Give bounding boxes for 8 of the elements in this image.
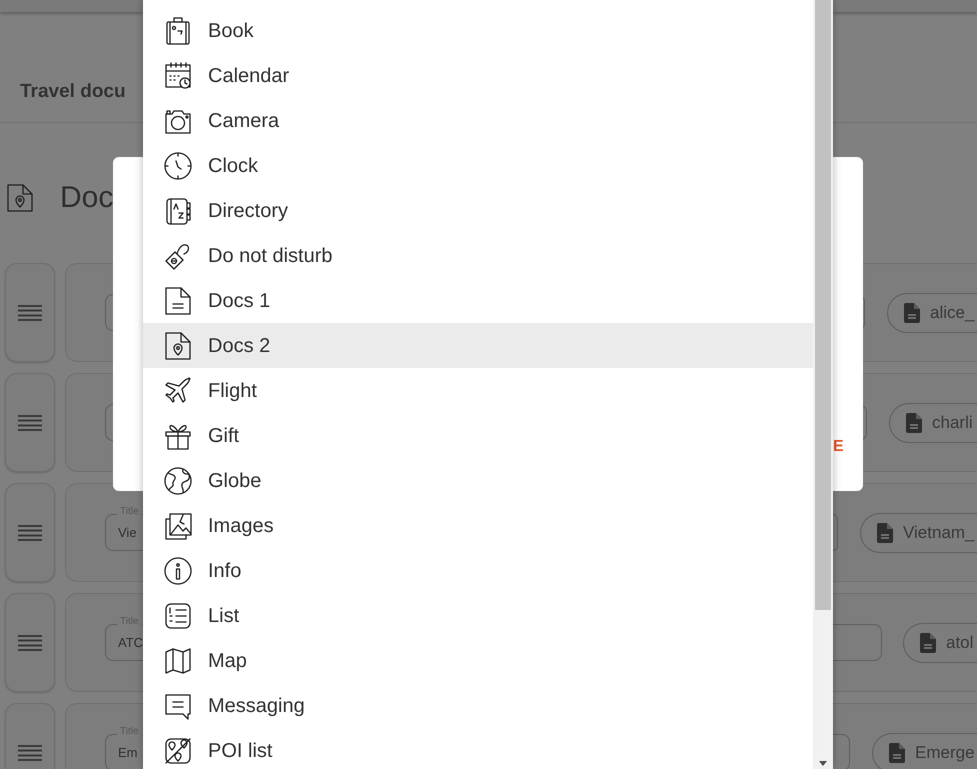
- menu-item[interactable]: Docs 2: [143, 323, 813, 368]
- field-value: Vie: [118, 524, 137, 542]
- field-value: Em: [118, 744, 138, 762]
- field-value: ATC: [118, 634, 144, 652]
- section-title: Travel docu: [20, 80, 126, 104]
- dialog-button-text[interactable]: E: [833, 437, 844, 457]
- menu-item[interactable]: POI list: [143, 728, 813, 769]
- page-heading: Doc: [60, 181, 114, 215]
